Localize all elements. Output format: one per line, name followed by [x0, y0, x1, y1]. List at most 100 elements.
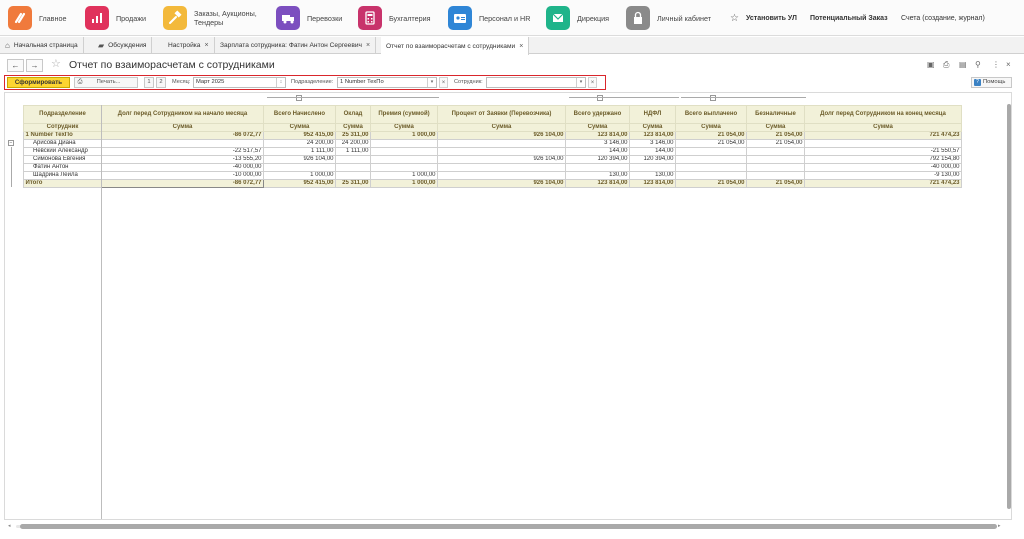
- cell[interactable]: [370, 147, 438, 156]
- cell[interactable]: [746, 155, 805, 164]
- section-transport[interactable]: Перевозки: [276, 4, 342, 32]
- cell[interactable]: [746, 163, 805, 172]
- cell[interactable]: 952 415,00: [263, 179, 336, 188]
- clear-department-button[interactable]: ×: [439, 77, 448, 88]
- link-icon[interactable]: ⚲: [975, 60, 981, 69]
- cell[interactable]: 1 000,00: [370, 171, 438, 180]
- cell[interactable]: 21 054,00: [746, 139, 805, 148]
- cell[interactable]: 120 394,00: [629, 155, 676, 164]
- cell[interactable]: [804, 139, 962, 148]
- cell[interactable]: [335, 171, 371, 180]
- section-direction[interactable]: Дирекция: [546, 4, 609, 32]
- cell[interactable]: 21 054,00: [675, 139, 747, 148]
- close-icon[interactable]: ×: [366, 42, 370, 49]
- section-account[interactable]: Личный кабинет: [626, 4, 711, 32]
- cell-employee[interactable]: Арисова Диана: [23, 139, 102, 148]
- cell[interactable]: [675, 163, 747, 172]
- report-document[interactable]: − − − − Подразделение Долг перед Сотрудн…: [4, 92, 1012, 520]
- chevron-down-icon[interactable]: ▾: [427, 78, 436, 87]
- cell[interactable]: 1 111,00: [263, 147, 336, 156]
- cell[interactable]: [437, 139, 566, 148]
- stepper-icon[interactable]: ↕: [276, 78, 285, 87]
- tab-salary[interactable]: Зарплата сотрудника: Фатин Антон Сергеев…: [215, 37, 377, 54]
- cell[interactable]: 130,00: [629, 171, 676, 180]
- cell[interactable]: [437, 163, 566, 172]
- cell[interactable]: 24 200,00: [335, 139, 371, 148]
- cell-dept[interactable]: 1 Number ТехПо: [23, 131, 102, 140]
- cell[interactable]: [675, 171, 747, 180]
- cell[interactable]: [746, 147, 805, 156]
- cell[interactable]: -40 000,00: [804, 163, 962, 172]
- forward-button[interactable]: →: [26, 59, 43, 72]
- cell[interactable]: 1 000,00: [370, 131, 438, 140]
- cell[interactable]: 25 311,00: [335, 131, 371, 140]
- cell[interactable]: [746, 171, 805, 180]
- cell[interactable]: 3 146,00: [629, 139, 676, 148]
- month-field[interactable]: Март 2025 ↕: [193, 77, 286, 88]
- cell[interactable]: [629, 163, 676, 172]
- help-button[interactable]: ? Помощь: [971, 77, 1012, 88]
- accounts-link[interactable]: Счета (создание, журнал): [901, 15, 985, 22]
- total-row[interactable]: Итого -86 072,77 952 415,00 25 311,00 1 …: [23, 179, 962, 188]
- cell[interactable]: 952 415,00: [263, 131, 336, 140]
- cell[interactable]: 123 814,00: [629, 131, 676, 140]
- cell[interactable]: 21 054,00: [746, 131, 805, 140]
- cell-employee[interactable]: Невский Александр: [23, 147, 102, 156]
- cell[interactable]: 123 814,00: [565, 131, 630, 140]
- cell[interactable]: 120 394,00: [565, 155, 630, 164]
- cell[interactable]: 1 000,00: [263, 171, 336, 180]
- close-icon[interactable]: ×: [519, 43, 523, 50]
- group-row[interactable]: 1 Number ТехПо -86 072,77 952 415,00 25 …: [23, 131, 962, 140]
- cell[interactable]: -21 550,57: [804, 147, 962, 156]
- page-2-button[interactable]: 2: [156, 77, 166, 88]
- collapse-toggle[interactable]: −: [296, 95, 302, 101]
- employee-field[interactable]: ▾: [486, 77, 586, 88]
- cell[interactable]: [675, 155, 747, 164]
- print-button[interactable]: ⎙ Печать...: [74, 77, 138, 88]
- cell-employee[interactable]: Шадрина Лейла: [23, 171, 102, 180]
- cell[interactable]: -13 555,20: [101, 155, 264, 164]
- table-row[interactable]: Шадрина Лейла -10 000,00 1 000,00 1 000,…: [23, 171, 962, 180]
- cell[interactable]: 792 154,80: [804, 155, 962, 164]
- scroll-right-icon[interactable]: ▸: [998, 523, 1001, 529]
- close-icon[interactable]: ×: [204, 42, 208, 49]
- install-ul-link[interactable]: Установить УЛ: [746, 15, 797, 22]
- scroll-left-icon[interactable]: ◂: [8, 523, 11, 529]
- cell[interactable]: 144,00: [629, 147, 676, 156]
- cell[interactable]: 144,00: [565, 147, 630, 156]
- cell[interactable]: [335, 163, 371, 172]
- cell[interactable]: 926 104,00: [263, 155, 336, 164]
- vertical-scrollbar[interactable]: [1006, 92, 1012, 520]
- cell-total-label[interactable]: Итого: [23, 179, 102, 188]
- tab-settings[interactable]: Настройка ×: [163, 37, 215, 54]
- cell[interactable]: 721 474,23: [804, 179, 962, 188]
- cell[interactable]: [370, 139, 438, 148]
- cell[interactable]: [263, 163, 336, 172]
- tab-home[interactable]: ⌂ Начальная страница: [0, 37, 84, 54]
- cell[interactable]: [565, 163, 630, 172]
- tab-discussions[interactable]: ▰ Обсуждения: [93, 37, 153, 54]
- print-icon[interactable]: ⎙: [943, 60, 949, 70]
- table-row[interactable]: Невский Александр -22 517,57 1 111,00 1 …: [23, 147, 962, 156]
- cell[interactable]: [101, 139, 264, 148]
- cell[interactable]: -10 000,00: [101, 171, 264, 180]
- chevron-down-icon[interactable]: ▾: [576, 78, 585, 87]
- clear-employee-button[interactable]: ×: [588, 77, 597, 88]
- close-form-icon[interactable]: ×: [1006, 60, 1011, 69]
- cell[interactable]: 130,00: [565, 171, 630, 180]
- cell[interactable]: -40 000,00: [101, 163, 264, 172]
- department-field[interactable]: 1 Number ТехПо ▾: [337, 77, 437, 88]
- tab-report[interactable]: Отчет по взаиморасчетам с сотрудниками ×: [381, 37, 530, 55]
- cell[interactable]: [335, 155, 371, 164]
- page-1-button[interactable]: 1: [144, 77, 154, 88]
- cell-employee[interactable]: Фатин Антон: [23, 163, 102, 172]
- table-row[interactable]: Фатин Антон -40 000,00 -40 000,00: [23, 163, 962, 172]
- cell[interactable]: -86 072,77: [101, 131, 264, 140]
- cell[interactable]: 721 474,23: [804, 131, 962, 140]
- section-main[interactable]: Главное: [8, 4, 66, 32]
- cell[interactable]: [437, 147, 566, 156]
- cell[interactable]: 3 146,00: [565, 139, 630, 148]
- cell[interactable]: [370, 163, 438, 172]
- section-accounting[interactable]: Бухгалтерия: [358, 4, 431, 32]
- collapse-toggle[interactable]: −: [710, 95, 716, 101]
